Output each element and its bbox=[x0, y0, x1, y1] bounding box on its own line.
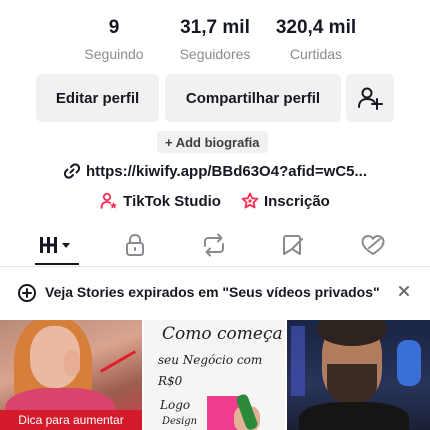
tab-reposts[interactable] bbox=[184, 226, 244, 264]
add-story-icon bbox=[17, 283, 37, 308]
video-thumbnail[interactable]: Como começa seu Negócio com R$0 Logo Des… bbox=[144, 320, 285, 430]
close-icon[interactable] bbox=[397, 284, 411, 303]
profile-link[interactable]: https://kiwify.app/BBd63O4?afid=wC5... bbox=[0, 160, 430, 182]
video-thumbnail[interactable] bbox=[287, 320, 430, 430]
profile-tabs bbox=[0, 226, 430, 266]
share-profile-button[interactable]: Compartilhar perfil bbox=[165, 74, 341, 122]
subscription-star-icon bbox=[241, 192, 259, 209]
subscription-label: Inscrição bbox=[263, 192, 330, 210]
whiteboard-line: Design bbox=[162, 416, 198, 427]
expired-stories-notice[interactable]: Veja Stories expirados em "Seus vídeos p… bbox=[0, 267, 430, 317]
bookmark-icon bbox=[283, 235, 303, 255]
video-caption: Dica para aumentar bbox=[0, 410, 142, 430]
likes-count: 320,4 mil bbox=[275, 17, 357, 38]
video-thumbnail[interactable]: Dica para aumentar bbox=[0, 320, 142, 430]
videos-grid-icon bbox=[40, 237, 70, 253]
tiktok-studio-link[interactable]: TikTok Studio bbox=[100, 192, 221, 210]
tab-favorites[interactable] bbox=[263, 226, 323, 264]
tiktok-studio-label: TikTok Studio bbox=[123, 192, 221, 210]
add-friend-button[interactable] bbox=[346, 74, 394, 122]
lock-icon bbox=[126, 233, 144, 256]
subscription-link[interactable]: Inscrição bbox=[241, 192, 330, 210]
notice-text: Veja Stories expirados em "Seus vídeos p… bbox=[45, 284, 380, 300]
likes-label: Curtidas bbox=[289, 46, 343, 62]
add-bio-button[interactable]: + Add biografia bbox=[157, 131, 268, 153]
edit-profile-button[interactable]: Editar perfil bbox=[36, 74, 159, 122]
tab-videos[interactable] bbox=[26, 226, 86, 264]
whiteboard-line: R$0 bbox=[158, 374, 183, 388]
tab-liked[interactable] bbox=[343, 226, 403, 264]
person-plus-icon bbox=[358, 87, 383, 110]
liked-heart-icon bbox=[361, 235, 385, 255]
profile-stats: 9 Seguindo 31,7 mil Seguidores 320,4 mil… bbox=[0, 14, 430, 64]
active-tab-indicator bbox=[35, 263, 79, 265]
whiteboard-line: Logo bbox=[160, 398, 191, 412]
tab-private[interactable] bbox=[105, 226, 165, 264]
likes-stat[interactable]: 320,4 mil Curtidas bbox=[256, 14, 376, 64]
repost-icon bbox=[204, 233, 224, 257]
link-icon bbox=[63, 162, 81, 180]
creator-shortcuts: TikTok Studio Inscrição bbox=[0, 190, 430, 212]
link-text: https://kiwify.app/BBd63O4?afid=wC5... bbox=[85, 162, 367, 180]
whiteboard-line: seu Negócio com bbox=[158, 353, 263, 367]
whiteboard-line: Como começa bbox=[162, 324, 283, 344]
video-grid: Dica para aumentar Como começa seu Negóc… bbox=[0, 320, 430, 430]
microphone bbox=[397, 340, 421, 386]
studio-person-icon bbox=[100, 192, 118, 209]
